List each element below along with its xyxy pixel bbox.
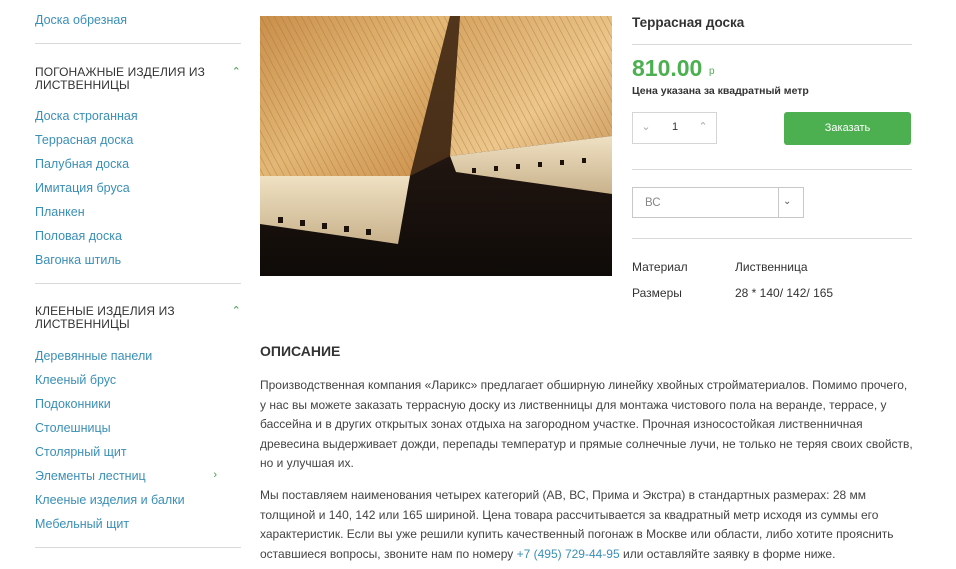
sidebar-item[interactable]: Доска строганная: [35, 104, 138, 128]
sidebar-item[interactable]: Деревянные панели: [35, 344, 152, 368]
phone-link[interactable]: +7 (495) 729-44-95: [517, 547, 620, 561]
divider: [632, 44, 912, 45]
sidebar-item-doska-obreznaya[interactable]: Доска обрезная: [35, 8, 127, 32]
sidebar-group-heading-label: Погонажные изделия из лиственницы: [35, 65, 205, 92]
sidebar-group-heading-label: Клееные изделия из лиственницы: [35, 304, 175, 331]
property-name: Материал: [632, 260, 688, 274]
price-note: Цена указана за квадратный метр: [632, 85, 809, 97]
sidebar-item[interactable]: Столярный щит: [35, 440, 127, 464]
property-name: Размеры: [632, 286, 682, 300]
select-divider: [778, 188, 779, 217]
sidebar-item[interactable]: Клееные изделия и балки: [35, 488, 185, 512]
divider: [632, 238, 912, 239]
chevron-down-icon[interactable]: ⌄: [783, 196, 791, 207]
description-paragraph: Мы поставляем наименования четырех катег…: [260, 486, 916, 564]
quantity-value[interactable]: 1: [663, 121, 687, 133]
sidebar-item[interactable]: Палубная доска: [35, 152, 129, 176]
sidebar-item[interactable]: Вагонка штиль: [35, 248, 121, 272]
order-button[interactable]: Заказать: [784, 112, 911, 145]
sidebar-item[interactable]: Половая доска: [35, 224, 122, 248]
chevron-up-icon[interactable]: ⌃: [232, 305, 241, 318]
sidebar-item[interactable]: Подоконники: [35, 392, 111, 416]
sidebar-item[interactable]: Клееный брус: [35, 368, 116, 392]
sidebar-item-elementy-lestnits[interactable]: Элементы лестниц: [35, 464, 146, 488]
sidebar-group-heading[interactable]: Клееные изделия из лиственницы ⌃: [35, 305, 241, 331]
sidebar-item[interactable]: Имитация бруса: [35, 176, 130, 200]
sidebar-item[interactable]: Террасная доска: [35, 128, 133, 152]
chevron-up-icon[interactable]: ⌃: [232, 66, 241, 79]
product-image[interactable]: [260, 16, 612, 276]
chevron-right-icon[interactable]: ›: [213, 469, 217, 481]
sidebar-group-heading[interactable]: Погонажные изделия из лиственницы ⌃: [35, 66, 241, 92]
chevron-down-icon[interactable]: ⌄: [639, 120, 653, 134]
sidebar-item[interactable]: Мебельный щит: [35, 512, 129, 536]
chevron-up-icon[interactable]: ⌃: [696, 120, 710, 134]
description-title: Описание: [260, 343, 341, 359]
grade-select-value: ВС: [645, 197, 661, 209]
sidebar-divider: [35, 547, 241, 548]
description-text: или оставляйте заявку в форме ниже.: [619, 546, 836, 561]
property-value: Лиственница: [735, 260, 808, 274]
product-price: 810.00: [632, 55, 703, 81]
sidebar-item[interactable]: Столешницы: [35, 416, 111, 440]
currency-sign: р: [709, 66, 715, 77]
property-value: 28 * 140/ 142/ 165: [735, 286, 834, 300]
sidebar-divider: [35, 283, 241, 284]
sidebar-item[interactable]: Планкен: [35, 200, 85, 224]
description-paragraph: Производственная компания «Ларикс» предл…: [260, 378, 913, 471]
quantity-stepper[interactable]: ⌄ 1 ⌃: [632, 112, 717, 144]
grade-select[interactable]: ВС ⌄: [632, 187, 804, 218]
divider: [632, 169, 912, 170]
product-title: Террасная доска: [632, 15, 745, 30]
sidebar-divider: [35, 43, 241, 44]
